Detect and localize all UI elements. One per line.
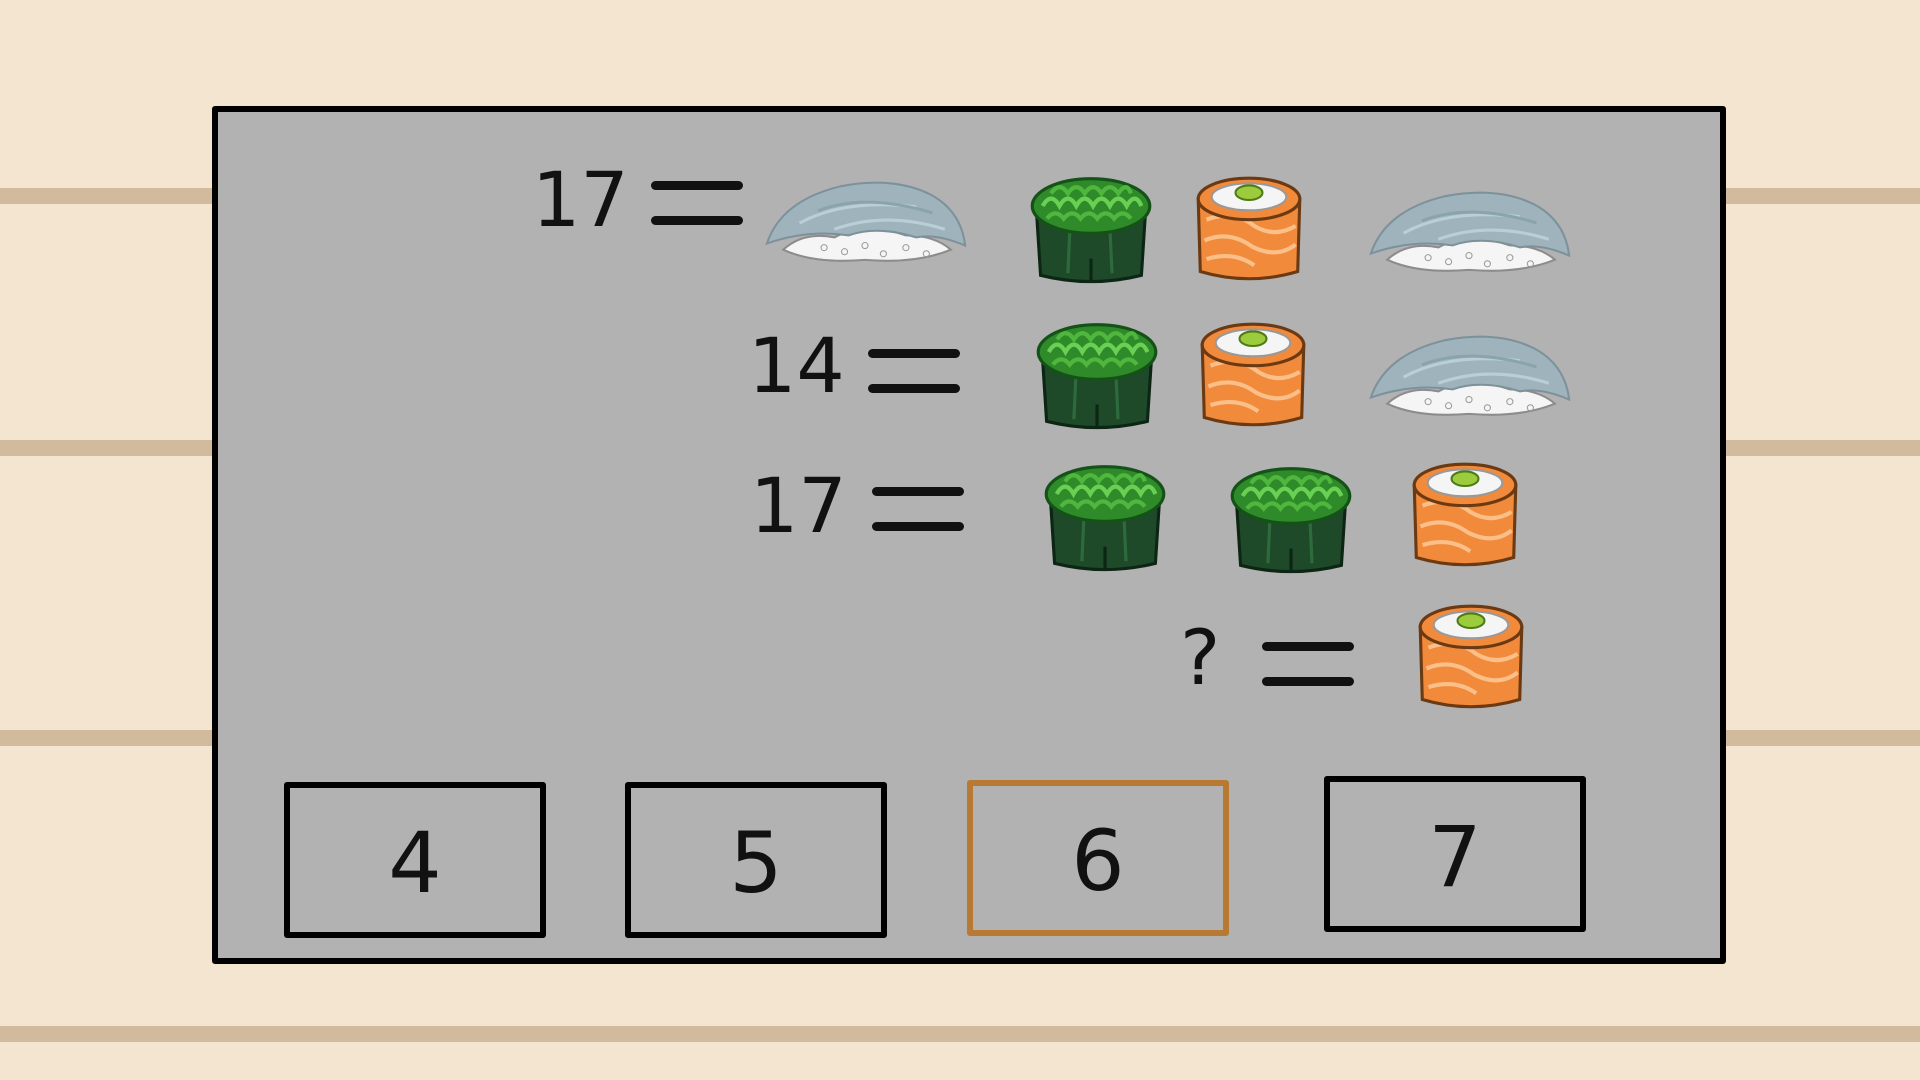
- answer-label: 4: [388, 814, 442, 912]
- seaweed-gunkan-sushi-icon: [1042, 452, 1168, 578]
- answer-option-6[interactable]: 6: [967, 780, 1229, 936]
- nigiri-sushi-icon: [762, 172, 968, 264]
- equation-result: 14: [748, 321, 845, 410]
- answer-label: 7: [1428, 808, 1482, 906]
- seaweed-gunkan-sushi-icon: [1034, 310, 1160, 436]
- background-stripe: [0, 1026, 1920, 1042]
- salmon-roll-sushi-icon: [1414, 600, 1528, 714]
- nigiri-sushi-icon: [1366, 182, 1572, 274]
- equals-sign: [872, 487, 964, 531]
- equation-result: 17: [532, 155, 629, 244]
- equation-result: 17: [750, 461, 847, 550]
- answer-label: 6: [1071, 812, 1125, 910]
- nigiri-sushi-icon: [1366, 326, 1572, 418]
- equals-sign: [651, 181, 743, 225]
- salmon-roll-sushi-icon: [1196, 318, 1310, 432]
- puzzle-panel: 17 14 17 ? 4 5 6 7: [212, 106, 1726, 964]
- seaweed-gunkan-sushi-icon: [1028, 164, 1154, 290]
- salmon-roll-sushi-icon: [1192, 172, 1306, 286]
- answer-option-4[interactable]: 4: [284, 782, 546, 938]
- equals-sign: [868, 349, 960, 393]
- equals-sign: [1262, 642, 1354, 686]
- answer-label: 5: [729, 814, 783, 912]
- answer-option-5[interactable]: 5: [625, 782, 887, 938]
- answer-option-7[interactable]: 7: [1324, 776, 1586, 932]
- equation-result-unknown: ?: [1180, 613, 1221, 702]
- seaweed-gunkan-sushi-icon: [1228, 454, 1354, 580]
- salmon-roll-sushi-icon: [1408, 458, 1522, 572]
